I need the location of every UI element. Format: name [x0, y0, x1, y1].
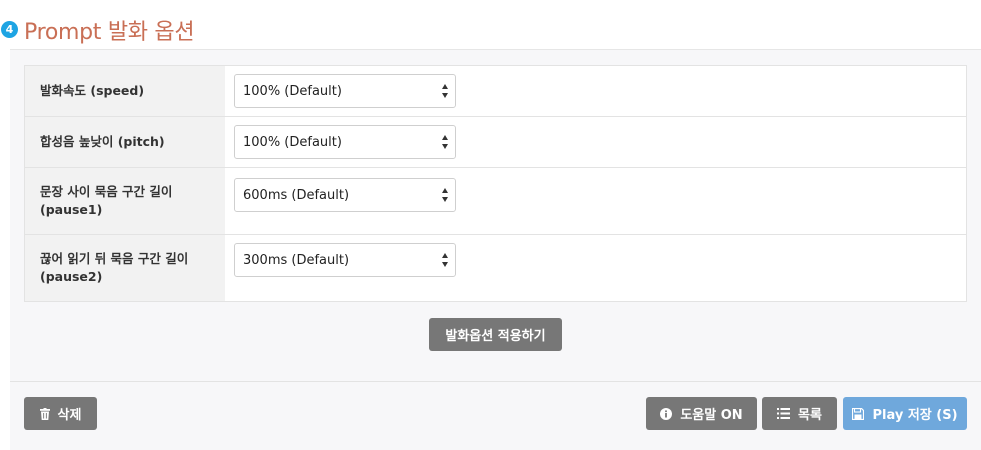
- delete-button[interactable]: 삭제: [24, 397, 97, 430]
- play-save-button[interactable]: Play 저장 (S): [843, 397, 967, 430]
- apply-options-button[interactable]: 발화옵션 적용하기: [429, 318, 562, 351]
- option-label-cell: 끊어 읽기 뒤 묵음 구간 길이 (pause2): [25, 235, 225, 301]
- play-save-button-label: Play 저장 (S): [872, 408, 958, 423]
- help-toggle-button[interactable]: 도움말 ON: [646, 397, 757, 430]
- option-row-pause2: 끊어 읽기 뒤 묵음 구간 길이 (pause2) 300ms (Default…: [25, 235, 966, 301]
- list-button[interactable]: 목록: [762, 397, 837, 430]
- pause1-select-value: 600ms (Default): [243, 187, 350, 203]
- pause1-select[interactable]: 600ms (Default): [234, 178, 456, 212]
- delete-button-label: 삭제: [57, 408, 82, 423]
- option-label-cell: 문장 사이 묵음 구간 길이 (pause1): [25, 168, 225, 234]
- trash-icon: [39, 407, 50, 420]
- select-arrows-icon: [441, 84, 449, 98]
- select-arrows-icon: [441, 135, 449, 149]
- pitch-select[interactable]: 100% (Default): [234, 125, 456, 159]
- footer-divider: [10, 381, 981, 382]
- option-label-pause1: 문장 사이 묵음 구간 길이 (pause1): [40, 184, 173, 217]
- select-arrows-icon: [441, 253, 449, 267]
- option-label-cell: 합성음 높낮이 (pitch): [25, 117, 225, 167]
- section-title: Prompt 발화 옵션: [24, 20, 195, 45]
- option-label-pause2: 끊어 읽기 뒤 묵음 구간 길이 (pause2): [40, 251, 189, 284]
- pause2-select[interactable]: 300ms (Default): [234, 243, 456, 277]
- list-button-label: 목록: [798, 408, 822, 423]
- options-table: 발화속도 (speed) 100% (Default) 합성음 높낮이 (pit…: [24, 65, 967, 302]
- option-label-cell: 발화속도 (speed): [25, 66, 225, 116]
- speed-select-value: 100% (Default): [243, 83, 342, 99]
- pause2-select-value: 300ms (Default): [243, 252, 350, 268]
- floppy-disk-icon: [852, 407, 865, 420]
- speed-select[interactable]: 100% (Default): [234, 74, 456, 108]
- step-number-badge: 4: [1, 21, 18, 38]
- option-row-pause1: 문장 사이 묵음 구간 길이 (pause1) 600ms (Default): [25, 168, 966, 235]
- help-button-label: 도움말 ON: [680, 408, 743, 423]
- option-label-pitch: 합성음 높낮이 (pitch): [40, 134, 165, 149]
- list-icon: [777, 408, 791, 419]
- info-circle-icon: [660, 407, 673, 420]
- pitch-select-value: 100% (Default): [243, 134, 342, 150]
- section-header: 4 Prompt 발화 옵션: [0, 0, 981, 50]
- option-row-speed: 발화속도 (speed) 100% (Default): [25, 66, 966, 117]
- select-arrows-icon: [441, 188, 449, 202]
- option-label-speed: 발화속도 (speed): [40, 83, 145, 98]
- option-row-pitch: 합성음 높낮이 (pitch) 100% (Default): [25, 117, 966, 168]
